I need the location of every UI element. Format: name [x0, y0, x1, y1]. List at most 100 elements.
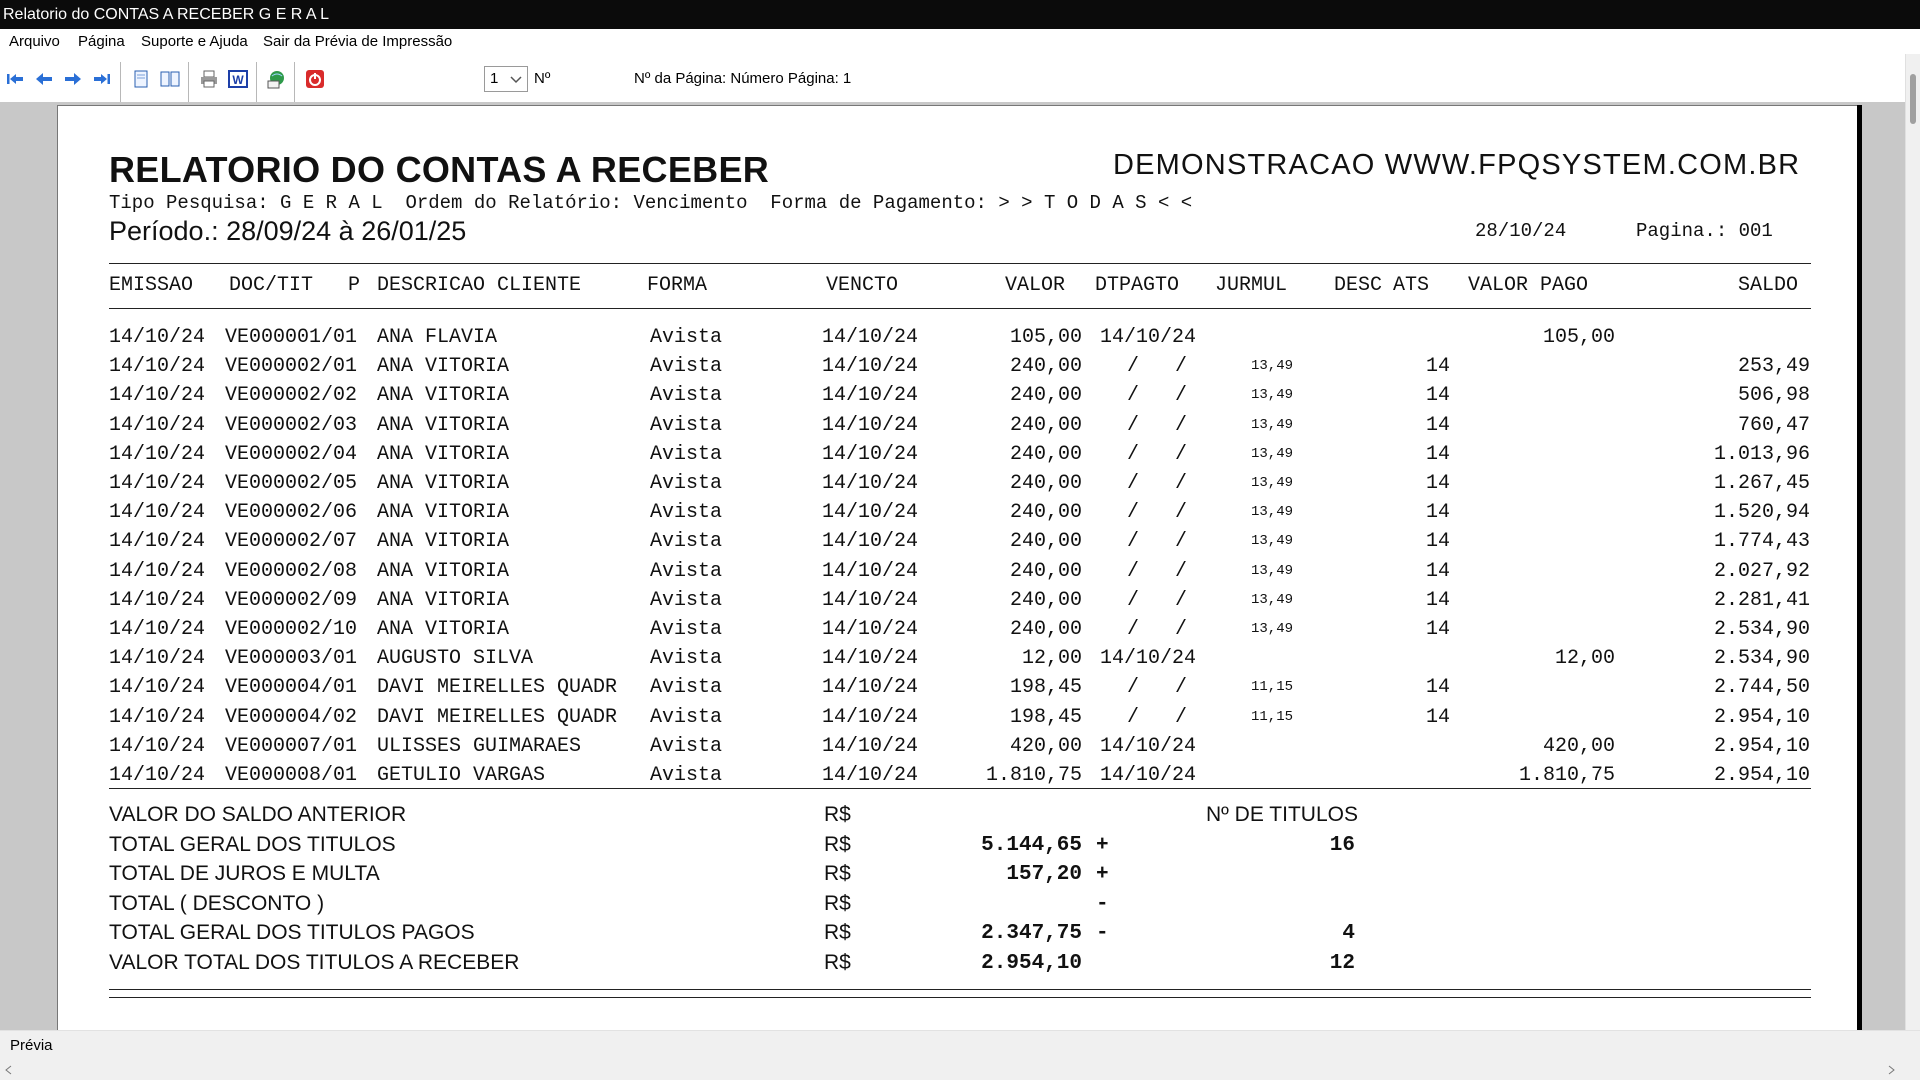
- company-name: DEMONSTRACAO WWW.FPQSYSTEM.COM.BR: [1113, 149, 1801, 181]
- cell-valor-pago: 1.810,75: [1518, 764, 1615, 787]
- cell-cliente: ANA VITORIA: [377, 472, 510, 495]
- cell-vencto: 14/10/24: [822, 618, 919, 641]
- summary-label: VALOR DO SALDO ANTERIOR: [109, 803, 407, 826]
- page-icon: [134, 70, 148, 88]
- summary-count: 4: [1342, 922, 1355, 945]
- header-doc: DOC/TIT: [229, 274, 314, 297]
- two-pages-button[interactable]: [159, 68, 181, 90]
- cell-ats: 14: [1426, 472, 1451, 495]
- cell-vencto: 14/10/24: [822, 501, 919, 525]
- page-number-label: Nº: [534, 70, 551, 87]
- cell-forma: Avista: [650, 734, 723, 758]
- cell-vencto: 14/10/24: [822, 705, 919, 729]
- scroll-left-icon[interactable]: [4, 1065, 14, 1075]
- cell-cliente: ANA VITORIA: [377, 588, 510, 612]
- cell-ats: 14: [1426, 705, 1451, 729]
- export-word-button[interactable]: W: [227, 68, 249, 90]
- page-select[interactable]: 1: [484, 66, 528, 92]
- menu-suporte[interactable]: Suporte e Ajuda: [141, 29, 248, 54]
- summary-sign: -: [1096, 892, 1109, 916]
- report-date: 28/10/24: [1475, 220, 1567, 242]
- cell-doc: VE000004/02: [225, 705, 358, 729]
- header-forma: FORMA: [647, 274, 708, 297]
- scroll-right-icon[interactable]: [1886, 1065, 1896, 1075]
- close-preview-button[interactable]: [304, 68, 326, 90]
- cell-dtpagto: / /: [1127, 442, 1188, 466]
- cell-valor: 240,00: [1009, 442, 1082, 466]
- summary-sign: +: [1096, 863, 1109, 886]
- report-page: RELATORIO DO CONTAS A RECEBER DEMONSTRAC…: [57, 105, 1857, 1030]
- single-page-button[interactable]: [130, 68, 152, 90]
- report-page-number: Pagina.: 001: [1636, 220, 1773, 242]
- header-cliente: DESCRICAO CLIENTE: [377, 274, 582, 297]
- summary-value: 2.954,10: [981, 951, 1082, 975]
- cell-valor: 240,00: [1009, 413, 1082, 437]
- cell-valor: 240,00: [1009, 472, 1082, 495]
- cell-forma: Avista: [650, 530, 723, 554]
- cell-forma: Avista: [650, 355, 723, 379]
- cell-cliente: ANA VITORIA: [377, 618, 510, 641]
- menu-sair[interactable]: Sair da Prévia de Impressão: [263, 29, 452, 54]
- two-pages-icon: [160, 71, 180, 87]
- cell-saldo: 1.520,94: [1713, 501, 1810, 525]
- cell-emissao: 14/10/24: [109, 559, 206, 583]
- summary-currency: R$: [824, 832, 851, 856]
- toolbar-separator: [188, 62, 189, 102]
- header-vencto: VENCTO: [826, 274, 899, 297]
- cell-forma: Avista: [650, 501, 723, 525]
- cell-ats: 14: [1426, 384, 1451, 408]
- last-page-button[interactable]: [91, 68, 113, 90]
- email-button[interactable]: [265, 68, 287, 90]
- cell-valor-pago: 105,00: [1542, 326, 1615, 349]
- scrollbar-thumb[interactable]: [1910, 74, 1916, 124]
- vertical-scrollbar[interactable]: [1905, 54, 1920, 1030]
- print-button[interactable]: [198, 68, 220, 90]
- cell-cliente: ANA VITORIA: [377, 530, 510, 554]
- summary-label: TOTAL ( DESCONTO ): [109, 891, 325, 915]
- cell-ats: 14: [1426, 676, 1451, 700]
- cell-ats: 14: [1426, 559, 1451, 583]
- summary-count: 12: [1329, 951, 1355, 975]
- cell-doc: VE000008/01: [225, 764, 358, 787]
- summary-sign: -: [1096, 922, 1109, 945]
- cell-dtpagto: / /: [1127, 618, 1188, 641]
- cell-cliente: GETULIO VARGAS: [377, 764, 546, 787]
- preview-viewport[interactable]: RELATORIO DO CONTAS A RECEBER DEMONSTRAC…: [0, 102, 1905, 1030]
- cell-forma: Avista: [650, 618, 723, 641]
- header-ats: ATS: [1393, 274, 1430, 297]
- cell-jurmul: 11,15: [1251, 708, 1294, 725]
- cell-emissao: 14/10/24: [109, 355, 206, 379]
- cell-doc: VE000004/01: [225, 676, 358, 700]
- cell-dtpagto: 14/10/24: [1100, 734, 1197, 758]
- first-page-button[interactable]: [4, 68, 26, 90]
- cell-cliente: ANA VITORIA: [377, 384, 510, 408]
- cell-cliente: ANA VITORIA: [377, 501, 510, 525]
- header-dtpagto: DTPAGTO: [1095, 274, 1180, 297]
- cell-valor: 1.810,75: [985, 764, 1082, 787]
- cell-valor: 240,00: [1009, 355, 1082, 379]
- menu-pagina[interactable]: Página: [78, 29, 125, 54]
- cell-vencto: 14/10/24: [822, 647, 919, 671]
- cell-ats: 14: [1426, 355, 1451, 379]
- next-page-button[interactable]: [62, 68, 84, 90]
- cell-forma: Avista: [650, 384, 723, 408]
- globe-icon: [267, 71, 284, 89]
- header-valor: VALOR: [1005, 274, 1066, 297]
- prev-page-button[interactable]: [33, 68, 55, 90]
- summary-value: 2.347,75: [981, 922, 1082, 945]
- cell-jurmul: 13,49: [1251, 504, 1294, 521]
- cell-emissao: 14/10/24: [109, 764, 206, 787]
- horizontal-scrollbar[interactable]: [0, 1060, 1920, 1080]
- cell-valor: 240,00: [1009, 384, 1082, 408]
- cell-ats: 14: [1426, 442, 1451, 466]
- cell-jurmul: 13,49: [1251, 562, 1294, 579]
- cell-doc: VE000002/02: [225, 384, 358, 408]
- cell-saldo: 1.267,45: [1713, 472, 1810, 495]
- cell-forma: Avista: [650, 676, 723, 700]
- cell-doc: VE000002/08: [225, 559, 358, 583]
- cell-jurmul: 13,49: [1251, 475, 1294, 491]
- menu-arquivo[interactable]: Arquivo: [9, 29, 60, 54]
- word-icon: W: [228, 70, 248, 88]
- toolbar-separator: [120, 62, 121, 102]
- cell-valor: 240,00: [1009, 530, 1082, 554]
